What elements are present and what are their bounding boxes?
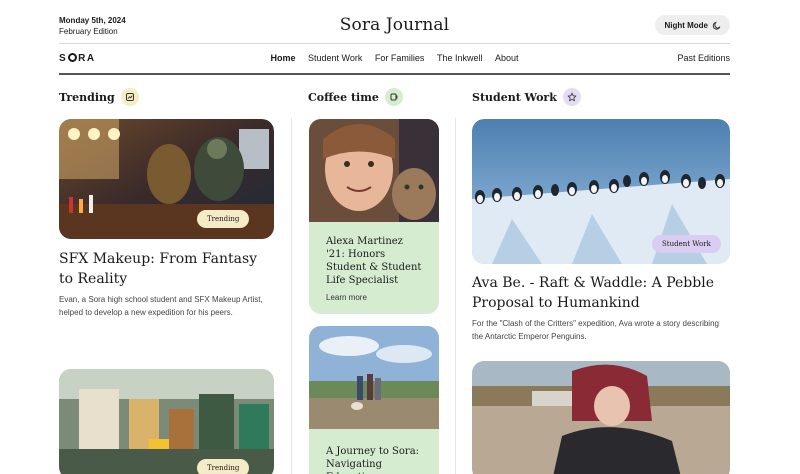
nav-divider bbox=[59, 73, 730, 75]
nav-link-student-work[interactable]: Student Work bbox=[308, 53, 362, 63]
sfx-makeup-dek: Evan, a Sora high school student and SFX… bbox=[59, 295, 263, 317]
learn-more-link[interactable]: Learn more bbox=[309, 287, 439, 302]
coffee-title: Coffee time bbox=[308, 90, 379, 104]
main-nav: S RA Home Student Work For Families The I… bbox=[59, 46, 730, 72]
student-outdoors-photo bbox=[472, 361, 730, 474]
trending-title: Trending bbox=[59, 90, 115, 104]
trending-tag: Trending bbox=[197, 459, 250, 474]
sfx-makeup-card-image[interactable]: Trending bbox=[59, 119, 274, 239]
coffee-heading: Coffee time bbox=[308, 88, 403, 106]
sfx-makeup-headline[interactable]: SFX Makeup: From Fantasy to Reality bbox=[59, 249, 274, 289]
night-mode-button[interactable]: Night Mode bbox=[655, 15, 730, 35]
student-work-heading: Student Work bbox=[472, 88, 581, 106]
night-mode-label: Night Mode bbox=[664, 20, 708, 30]
student-work-title: Student Work bbox=[472, 90, 557, 104]
coffee-cup-icon bbox=[384, 88, 403, 106]
nav-link-about[interactable]: About bbox=[495, 53, 519, 63]
family-hike-photo bbox=[309, 326, 439, 429]
journey-to-sora-card[interactable]: A Journey to Sora: Navigating Educatio bbox=[309, 326, 439, 474]
trending-heading: Trending bbox=[59, 88, 139, 106]
penguin-story-headline[interactable]: Ava Be. - Raft & Waddle: A Pebble Propos… bbox=[472, 273, 730, 313]
top-bar: Monday 5th, 2024 February Edition Sora J… bbox=[59, 12, 730, 42]
trending-tag: Trending bbox=[197, 210, 250, 228]
alexa-headline: Alexa Martinez '21: Honors Student & Stu… bbox=[326, 236, 422, 286]
alexa-martinez-card[interactable]: Alexa Martinez '21: Honors Student & Stu… bbox=[309, 119, 439, 314]
alexa-portrait-photo bbox=[309, 119, 439, 222]
site-title[interactable]: Sora Journal bbox=[59, 15, 730, 35]
column-divider bbox=[455, 118, 456, 474]
past-editions-link[interactable]: Past Editions bbox=[677, 53, 730, 63]
penguin-story-dek: For the "Clash of the Critters" expediti… bbox=[472, 319, 719, 341]
nav-link-inkwell[interactable]: The Inkwell bbox=[437, 53, 483, 63]
nav-link-home[interactable]: Home bbox=[270, 53, 295, 63]
nav-link-for-families[interactable]: For Families bbox=[375, 53, 425, 63]
nav-links: Home Student Work For Families The Inkwe… bbox=[59, 53, 730, 63]
student-work-tag: Student Work bbox=[652, 235, 721, 253]
trending-icon bbox=[120, 88, 139, 106]
student-work-card-2-image[interactable] bbox=[472, 361, 730, 474]
header-divider bbox=[59, 43, 730, 44]
star-icon bbox=[562, 88, 581, 106]
journey-headline: A Journey to Sora: Navigating Educatio bbox=[326, 446, 420, 474]
column-divider bbox=[291, 118, 292, 474]
moon-icon bbox=[712, 21, 721, 30]
trending-card-2-image[interactable]: Trending bbox=[59, 369, 274, 474]
penguin-story-card-image[interactable]: Student Work bbox=[472, 119, 730, 264]
